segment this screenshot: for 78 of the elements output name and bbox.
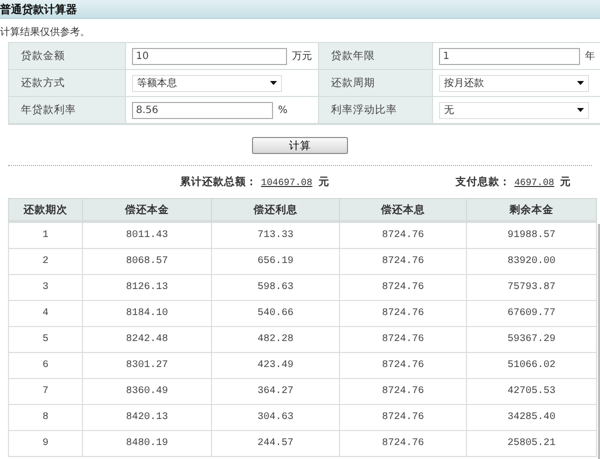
- dropdown[interactable]: 按月还款: [439, 74, 589, 92]
- table-cell: 4: [8, 301, 83, 327]
- table-cell: 8420.13: [83, 405, 212, 431]
- table-cell: 91988.57: [467, 223, 597, 249]
- table-cell: 2: [8, 249, 83, 275]
- input-field[interactable]: 1: [439, 48, 580, 64]
- table-cell: 6: [8, 353, 83, 379]
- table-cell: 8724.76: [340, 275, 467, 301]
- table-cell: 598.63: [212, 275, 340, 301]
- table-cell: 244.57: [212, 431, 340, 457]
- field-label: 贷款金额: [9, 43, 126, 70]
- note-text: 计算结果仅供参考。: [0, 26, 91, 40]
- caret-icon: [577, 108, 584, 112]
- panel-title: 普通贷款计算器: [0, 2, 77, 16]
- summary-link[interactable]: 104697.08: [261, 176, 312, 188]
- table-cell: 7: [8, 379, 83, 405]
- table-cell: 8724.76: [340, 249, 467, 275]
- table-cell: 25805.21: [467, 431, 597, 457]
- table-cell: 8011.43: [83, 223, 212, 249]
- column-header: 剩余本金: [467, 198, 597, 223]
- unit-label: 元: [318, 175, 330, 189]
- table-cell: 8184.10: [83, 301, 212, 327]
- caret-icon: [270, 81, 277, 85]
- caret-icon: [577, 81, 584, 85]
- summary-label: 支付息款：: [455, 175, 510, 189]
- table-cell: 304.63: [212, 405, 340, 431]
- table-cell: 83920.00: [467, 249, 597, 275]
- table-cell: 656.19: [212, 249, 340, 275]
- scrollbar[interactable]: [598, 224, 600, 459]
- table-cell: 75793.87: [467, 275, 597, 301]
- dropdown[interactable]: 无: [439, 102, 589, 118]
- table-cell: 8068.57: [83, 249, 212, 275]
- column-header: 偿还本息: [340, 198, 467, 223]
- column-header: 偿还利息: [212, 198, 340, 223]
- summary-link[interactable]: 4697.08: [514, 176, 554, 188]
- field-label: 年贷款利率: [9, 97, 126, 124]
- table-cell: 51066.02: [467, 353, 597, 379]
- table-cell: 8724.76: [340, 223, 467, 249]
- table-cell: 8724.76: [340, 327, 467, 353]
- table-cell: 8: [8, 405, 83, 431]
- table-cell: 1: [8, 223, 83, 249]
- table-cell: 713.33: [212, 223, 340, 249]
- unit-label: %: [278, 104, 288, 116]
- field-label: 还款周期: [319, 70, 433, 97]
- field-label: 还款方式: [9, 70, 126, 97]
- table-cell: 3: [8, 275, 83, 301]
- field-label: 利率浮动比率: [319, 97, 433, 124]
- column-header: 偿还本金: [83, 198, 212, 223]
- table-cell: 59367.29: [467, 327, 597, 353]
- table-cell: 8724.76: [340, 431, 467, 457]
- table-cell: 8242.48: [83, 327, 212, 353]
- field-label: 贷款年限: [319, 43, 433, 70]
- input-field[interactable]: 10: [132, 48, 287, 64]
- table-cell: 8724.76: [340, 353, 467, 379]
- table-cell: 482.28: [212, 327, 340, 353]
- table-cell: 364.27: [212, 379, 340, 405]
- table-cell: 8724.76: [340, 379, 467, 405]
- dropdown[interactable]: 等额本息: [132, 74, 282, 92]
- input-field[interactable]: 8.56: [132, 102, 273, 118]
- unit-label: 万元: [292, 50, 312, 63]
- table-cell: 8301.27: [83, 353, 212, 379]
- table-cell: 540.66: [212, 301, 340, 327]
- table-cell: 423.49: [212, 353, 340, 379]
- table-cell: 8724.76: [340, 405, 467, 431]
- table-cell: 8724.76: [340, 301, 467, 327]
- table-cell: 67609.77: [467, 301, 597, 327]
- table-cell: 5: [8, 327, 83, 353]
- table-cell: 9: [8, 431, 83, 457]
- table-cell: 8126.13: [83, 275, 212, 301]
- summary-label: 累计还款总额：: [180, 175, 257, 189]
- calculate-button[interactable]: 计算: [252, 137, 348, 154]
- unit-label: 元: [560, 175, 572, 189]
- unit-label: 年: [585, 50, 595, 63]
- table-cell: 34285.40: [467, 405, 597, 431]
- column-header: 还款期次: [8, 198, 83, 223]
- table-cell: 42705.53: [467, 379, 597, 405]
- table-cell: 8360.49: [83, 379, 212, 405]
- table-cell: 8480.19: [83, 431, 212, 457]
